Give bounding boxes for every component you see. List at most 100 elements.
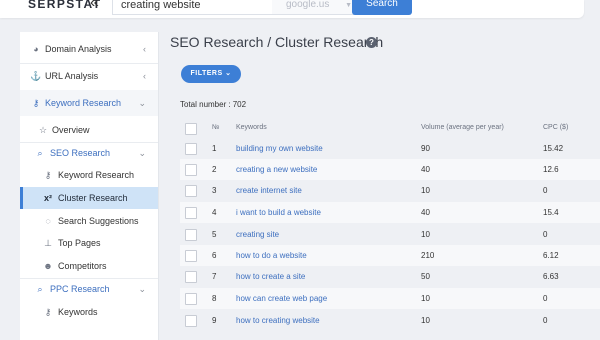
column-header-keywords[interactable]: Keywords: [236, 118, 267, 138]
cpc-value: 0: [543, 294, 548, 303]
row-checkbox[interactable]: [185, 185, 197, 197]
chevron-down-icon: ⌄: [138, 284, 146, 294]
row-number: 7: [212, 272, 217, 281]
sidebar-item-label: Domain Analysis: [45, 44, 112, 54]
filters-button[interactable]: FILTERS ⌄: [181, 65, 241, 83]
sidebar-item-label: Keywords: [58, 307, 98, 317]
sidebar-item-label: Search Suggestions: [58, 216, 139, 226]
chevron-down-icon: ⌄: [138, 98, 146, 108]
chat-icon: ◌: [45, 216, 51, 226]
row-checkbox[interactable]: [185, 315, 197, 327]
sidebar-divider: [20, 63, 158, 64]
volume-value: 50: [421, 272, 430, 281]
sidebar-item-search-suggestions[interactable]: ◌ Search Suggestions: [20, 210, 158, 232]
keyword-link[interactable]: how to creating website: [236, 310, 320, 331]
volume-value: 40: [421, 208, 430, 217]
keyword-link[interactable]: how can create web page: [236, 288, 327, 309]
keyword-link[interactable]: how to create a site: [236, 266, 305, 287]
volume-value: 10: [421, 294, 430, 303]
cpc-value: 0: [543, 316, 548, 325]
cpc-value: 12.6: [543, 165, 559, 174]
column-header-cpc[interactable]: CPC ($): [543, 118, 568, 138]
sidebar-item-label: URL Analysis: [45, 71, 99, 81]
total-number: Total number :702: [180, 100, 246, 109]
volume-value: 10: [421, 316, 430, 325]
table-row: 8 how can create web page 10 0: [180, 288, 600, 309]
sidebar-item-label: Keyword Research: [45, 98, 122, 108]
anchor-icon: ⚓: [30, 71, 42, 81]
sidebar: ◕ Domain Analysis ‹ ⚓ URL Analysis ‹ ⚷ K…: [20, 32, 159, 340]
sidebar-item-cluster-research[interactable]: x² Cluster Research: [20, 187, 158, 209]
cpc-value: 6.12: [543, 251, 559, 260]
volume-value: 210: [421, 251, 435, 260]
sidebar-item-keyword-research-sub[interactable]: ⚷ Keyword Research: [20, 164, 158, 186]
page-title: SEO Research / Cluster Research: [170, 34, 384, 50]
keyword-link[interactable]: how to do a website: [236, 245, 307, 266]
volume-value: 10: [421, 186, 430, 195]
sidebar-item-label: PPC Research: [50, 284, 110, 294]
table-row: 7 how to create a site 50 6.63: [180, 266, 600, 287]
sidebar-item-url-analysis[interactable]: ⚓ URL Analysis ‹: [20, 65, 158, 87]
total-label: Total number :: [180, 100, 231, 109]
sidebar-item-top-pages[interactable]: ⊥ Top Pages: [20, 232, 158, 254]
table-row: 1 building my own website 90 15.42: [180, 138, 600, 159]
region-select-value: google.us: [286, 0, 330, 10]
total-value: 702: [232, 100, 247, 109]
table-row: 6 how to do a website 210 6.12: [180, 245, 600, 266]
filters-label: FILTERS: [190, 70, 223, 77]
cpc-value: 15.4: [543, 208, 559, 217]
sidebar-item-domain-analysis[interactable]: ◕ Domain Analysis ‹: [20, 38, 158, 60]
row-checkbox[interactable]: [185, 293, 197, 305]
table-row: 2 creating a new website 40 12.6: [180, 159, 600, 180]
column-header-volume[interactable]: Volume (average per year): [421, 118, 504, 138]
chevron-left-icon: ‹: [143, 71, 146, 81]
row-number: 3: [212, 186, 217, 195]
cpc-value: 0: [543, 230, 548, 239]
sidebar-item-label: SEO Research: [50, 148, 111, 158]
region-select[interactable]: google.us ▼: [272, 0, 363, 15]
help-icon[interactable]: ?: [366, 37, 377, 48]
row-number: 2: [212, 165, 217, 174]
select-all-checkbox[interactable]: [185, 123, 197, 135]
row-checkbox[interactable]: [185, 250, 197, 262]
sidebar-item-label: Overview: [52, 125, 90, 135]
cpc-value: 6.63: [543, 272, 559, 281]
keyword-link[interactable]: creating a new website: [236, 159, 317, 180]
keyword-link[interactable]: create internet site: [236, 180, 302, 201]
table-row: 3 create internet site 10 0: [180, 180, 600, 201]
sidebar-item-seo-research[interactable]: ⌕ SEO Research ⌄: [20, 142, 158, 164]
search-icon: ⌕: [37, 284, 43, 294]
top-bar: SERPSTAT « creating website google.us ▼ …: [0, 0, 584, 18]
table-row: 9 how to creating website 10 0: [180, 310, 600, 331]
row-number: 4: [212, 208, 217, 217]
keyword-link[interactable]: creating site: [236, 224, 279, 245]
keyword-link[interactable]: i want to build a website: [236, 202, 321, 223]
sidebar-item-keyword-research[interactable]: ⚷ Keyword Research ⌄: [20, 90, 158, 116]
search-icon: ⌕: [37, 148, 43, 158]
sidebar-item-competitors[interactable]: ☻ Competitors: [20, 255, 158, 277]
sidebar-item-keywords[interactable]: ⚷ Keywords: [20, 301, 158, 323]
pie-chart-icon: ◕: [33, 44, 39, 54]
sidebar-item-label: Keyword Research: [58, 170, 135, 180]
row-checkbox[interactable]: [185, 207, 197, 219]
sidebar-item-label: Competitors: [58, 261, 107, 271]
search-button[interactable]: Search: [352, 0, 412, 15]
row-checkbox[interactable]: [185, 229, 197, 241]
table-row: 5 creating site 10 0: [180, 224, 600, 245]
sidebar-item-ppc-research[interactable]: ⌕ PPC Research ⌄: [20, 278, 158, 300]
collapse-sidebar-icon[interactable]: «: [90, 0, 99, 12]
row-number: 1: [212, 144, 217, 153]
volume-value: 10: [421, 230, 430, 239]
volume-value: 40: [421, 165, 430, 174]
cpc-value: 0: [543, 186, 548, 195]
keyword-link[interactable]: building my own website: [236, 138, 323, 159]
star-icon: ☆: [38, 125, 48, 135]
row-checkbox[interactable]: [185, 271, 197, 283]
row-checkbox[interactable]: [185, 143, 197, 155]
sidebar-item-overview[interactable]: ☆ Overview: [20, 119, 158, 141]
x-squared-icon: x²: [43, 193, 52, 203]
row-number: 5: [212, 230, 217, 239]
table-row: 4 i want to build a website 40 15.4: [180, 202, 600, 223]
search-input[interactable]: creating website: [112, 0, 280, 15]
row-checkbox[interactable]: [185, 164, 197, 176]
